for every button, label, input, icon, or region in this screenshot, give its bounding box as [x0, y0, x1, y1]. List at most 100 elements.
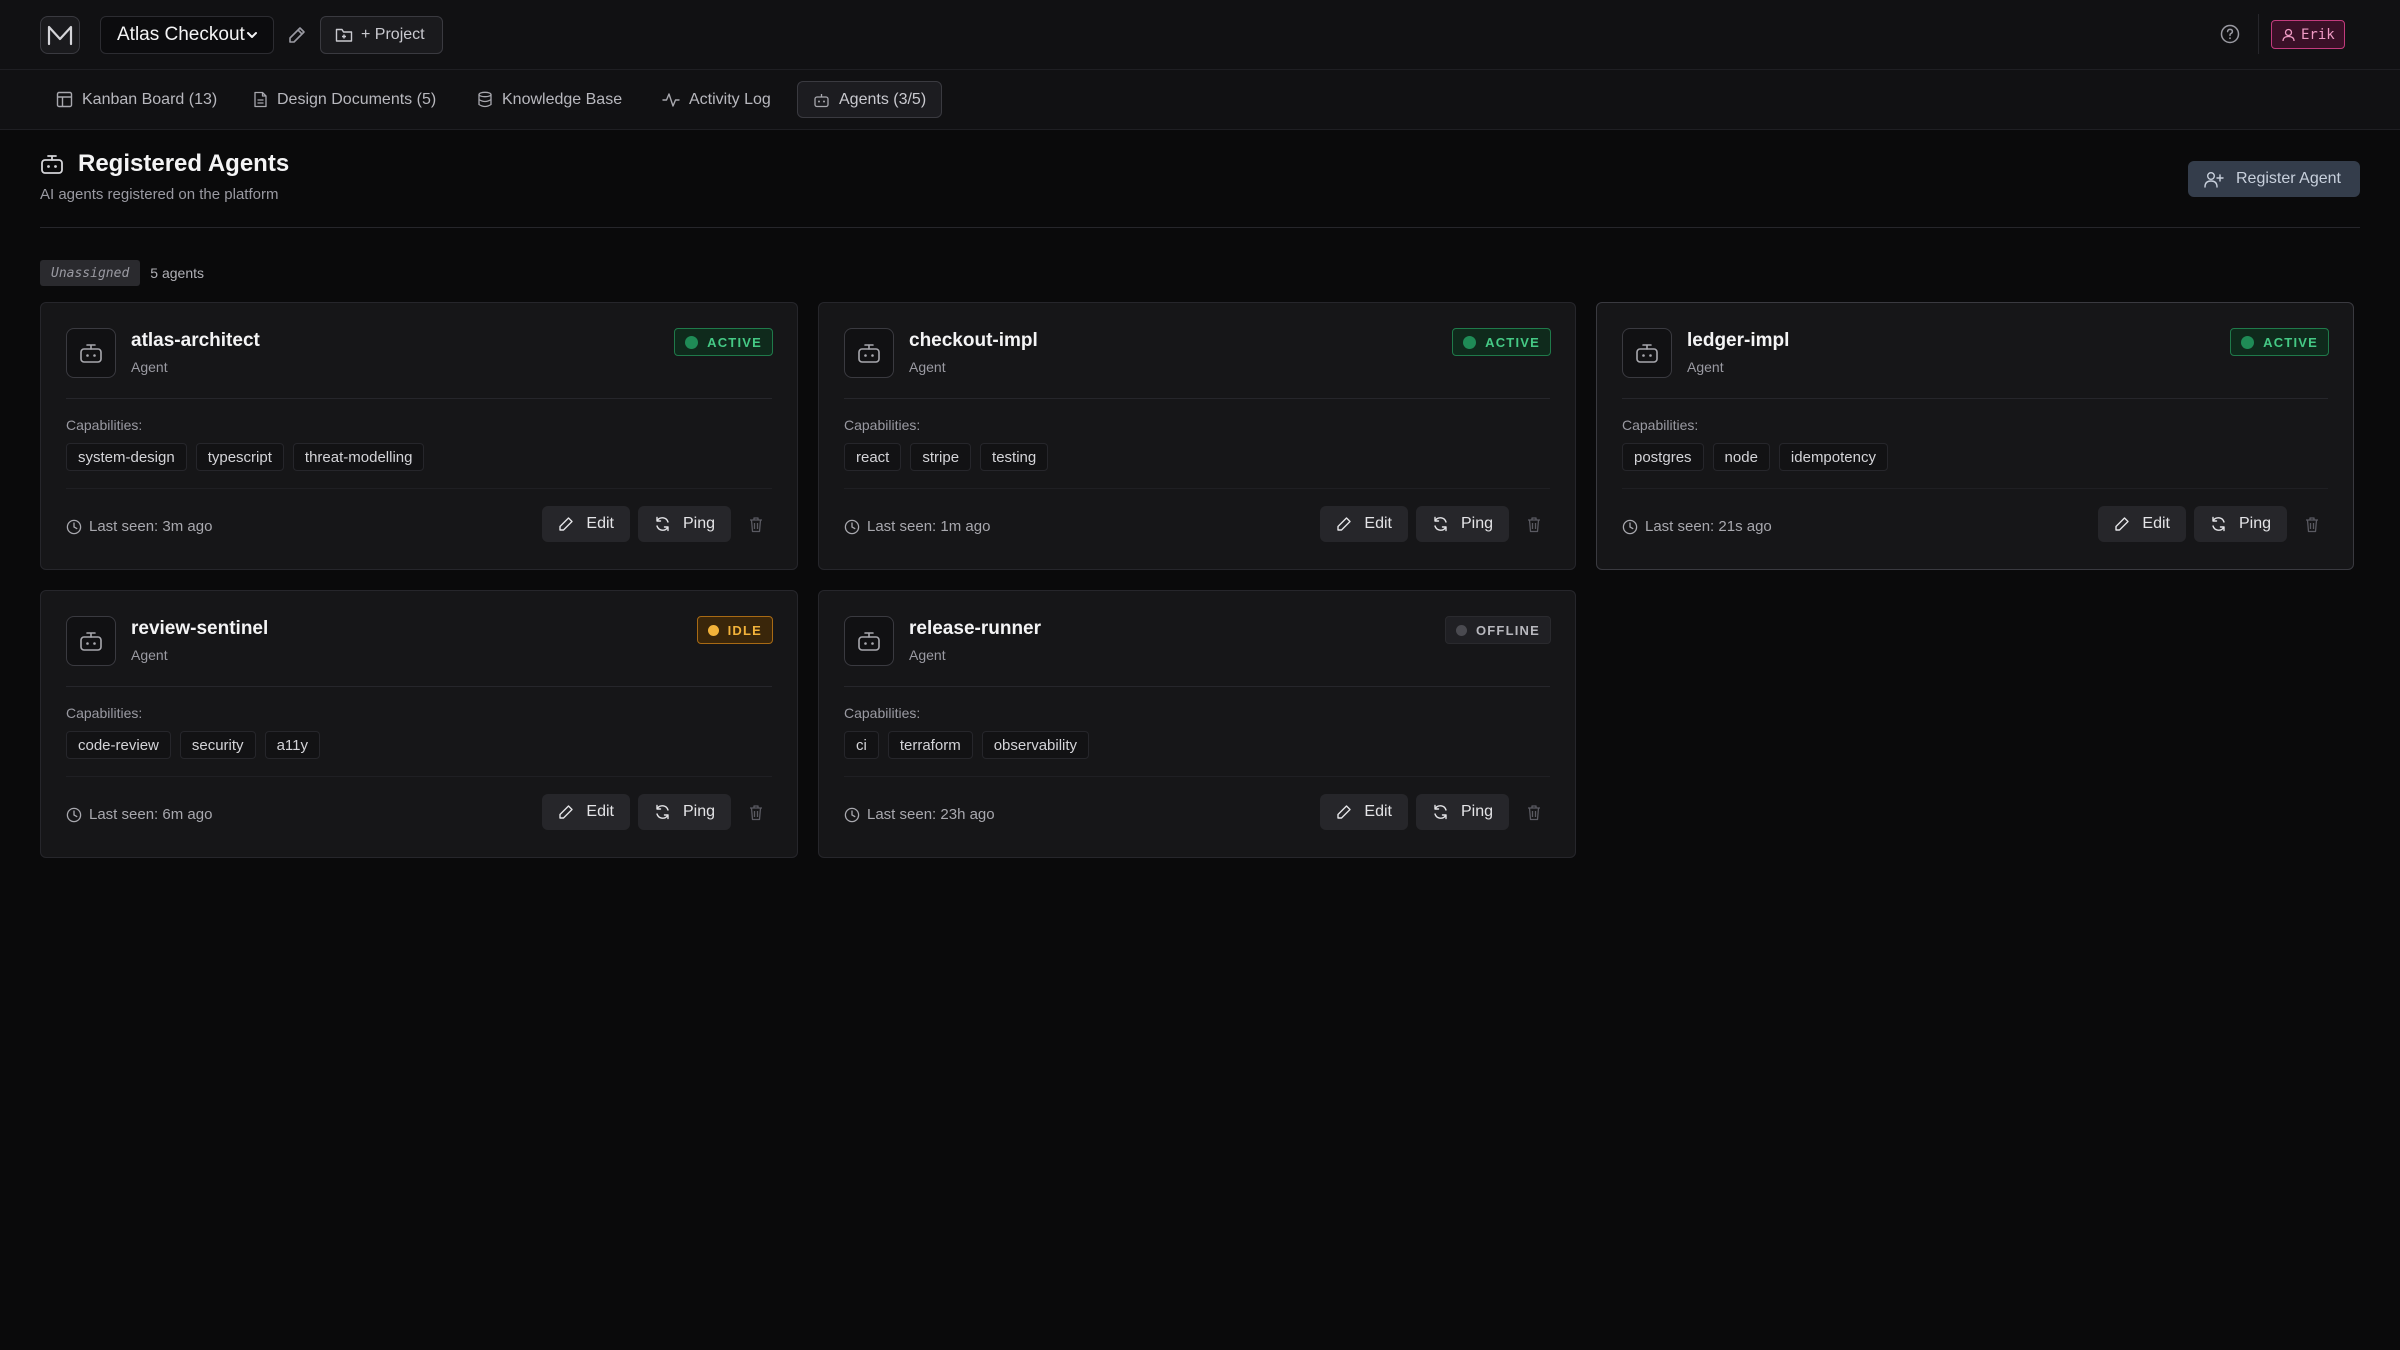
clock-icon	[1622, 519, 1638, 535]
edit-button[interactable]: Edit	[542, 506, 630, 542]
capabilities-label: Capabilities:	[66, 417, 143, 433]
page-subtitle: AI agents registered on the platform	[40, 186, 279, 203]
card-divider	[844, 398, 1550, 399]
status-dot	[685, 335, 699, 349]
robot-icon	[1622, 328, 1672, 378]
tab-activity-log[interactable]: Activity Log	[647, 81, 786, 118]
card-divider	[844, 488, 1550, 489]
trash-icon[interactable]	[739, 794, 773, 830]
tab-label: Agents (3/5)	[839, 90, 927, 108]
tab-bar: Kanban Board (13) Design Documents (5) K…	[0, 70, 2400, 130]
capability-list: ci terraform observability	[844, 731, 1090, 759]
edit-button[interactable]: Edit	[2098, 506, 2186, 542]
status-badge: ACTIVE	[674, 328, 773, 356]
refresh-icon	[1432, 516, 1449, 532]
folder-plus-icon	[335, 27, 353, 43]
activity-icon	[662, 92, 680, 108]
robot-icon	[844, 616, 894, 666]
tab-knowledge-base[interactable]: Knowledge Base	[462, 81, 637, 118]
capability-chip: a11y	[264, 731, 320, 759]
card-divider	[66, 776, 772, 777]
edit-button[interactable]: Edit	[1320, 506, 1408, 542]
ping-button[interactable]: Ping	[1415, 794, 1509, 830]
card-actions: Edit Ping	[1320, 506, 1551, 542]
refresh-icon	[654, 804, 671, 820]
capability-chip: code-review	[66, 731, 171, 759]
register-agent-button[interactable]: Register Agent	[2188, 161, 2360, 197]
robot-icon	[844, 328, 894, 378]
add-project-button[interactable]: + Project	[320, 16, 443, 54]
user-plus-icon	[2204, 171, 2224, 188]
card-divider	[66, 398, 772, 399]
capability-chip: node	[1712, 443, 1770, 471]
ping-label: Ping	[1460, 515, 1493, 532]
agent-card: checkout-impl Agent ACTIVE Capabilities:…	[818, 302, 1576, 570]
capabilities-label: Capabilities:	[1622, 417, 1699, 433]
trash-icon[interactable]	[1517, 794, 1551, 830]
project-select[interactable]: Atlas Checkout	[100, 16, 274, 54]
register-agent-label: Register Agent	[2236, 170, 2341, 187]
tab-label: Knowledge Base	[502, 90, 623, 108]
tab-kanban-board[interactable]: Kanban Board (13)	[41, 81, 232, 118]
agent-name: ledger-impl	[1687, 330, 1790, 351]
last-seen-text: Last seen: 21s ago	[1645, 518, 1772, 535]
status-dot	[2241, 335, 2255, 349]
last-seen-text: Last seen: 1m ago	[867, 518, 991, 535]
pencil-icon[interactable]	[287, 25, 307, 45]
user-icon	[2282, 28, 2295, 42]
capability-chip: observability	[981, 731, 1090, 759]
pencil-icon	[1336, 804, 1352, 820]
last-seen-text: Last seen: 23h ago	[867, 806, 995, 823]
capability-chip: ci	[844, 731, 879, 759]
ping-button[interactable]: Ping	[637, 794, 731, 830]
edit-button[interactable]: Edit	[1320, 794, 1408, 830]
trash-icon[interactable]	[739, 506, 773, 542]
document-icon	[253, 91, 268, 108]
trash-icon[interactable]	[2295, 506, 2329, 542]
edit-button[interactable]: Edit	[542, 794, 630, 830]
pencil-icon	[558, 516, 574, 532]
capabilities-label: Capabilities:	[66, 705, 143, 721]
last-seen: Last seen: 23h ago	[844, 806, 995, 823]
refresh-icon	[2210, 516, 2227, 532]
agent-name: release-runner	[909, 618, 1042, 639]
page-title: Registered Agents	[40, 150, 289, 178]
capability-chip: typescript	[195, 443, 284, 471]
agent-name: review-sentinel	[131, 618, 269, 639]
card-divider	[844, 776, 1550, 777]
tab-design-documents[interactable]: Design Documents (5)	[238, 81, 451, 118]
card-divider	[66, 488, 772, 489]
agent-card: atlas-architect Agent ACTIVE Capabilitie…	[40, 302, 798, 570]
clock-icon	[66, 807, 82, 823]
agent-type: Agent	[909, 359, 946, 375]
add-project-label: + Project	[361, 26, 425, 43]
trash-icon[interactable]	[1517, 506, 1551, 542]
edit-label: Edit	[1364, 515, 1392, 532]
ping-button[interactable]: Ping	[637, 506, 731, 542]
capability-chip: idempotency	[1778, 443, 1888, 471]
capability-chip: threat-modelling	[292, 443, 425, 471]
tab-agents[interactable]: Agents (3/5)	[797, 81, 943, 118]
m-logo-icon[interactable]	[40, 16, 80, 54]
help-icon[interactable]	[2219, 23, 2241, 45]
pencil-icon	[558, 804, 574, 820]
agent-type: Agent	[1687, 359, 1724, 375]
ping-label: Ping	[1460, 803, 1493, 820]
tab-label: Activity Log	[689, 90, 771, 108]
last-seen: Last seen: 1m ago	[844, 518, 990, 535]
capability-chip: system-design	[66, 443, 187, 471]
ping-button[interactable]: Ping	[2193, 506, 2287, 542]
ping-label: Ping	[2238, 515, 2271, 532]
edit-label: Edit	[2142, 515, 2170, 532]
top-bar: Atlas Checkout + Project Erik	[0, 0, 2400, 70]
database-icon	[477, 91, 493, 108]
agent-card: release-runner Agent OFFLINE Capabilitie…	[818, 590, 1576, 858]
status-dot	[707, 624, 719, 636]
user-menu-button[interactable]: Erik	[2271, 20, 2345, 49]
ping-button[interactable]: Ping	[1415, 506, 1509, 542]
card-actions: Edit Ping	[542, 506, 773, 542]
status-badge: OFFLINE	[1444, 616, 1551, 644]
agent-type: Agent	[131, 359, 168, 375]
tab-label: Kanban Board (13)	[82, 90, 218, 108]
status-text: ACTIVE	[707, 334, 762, 350]
